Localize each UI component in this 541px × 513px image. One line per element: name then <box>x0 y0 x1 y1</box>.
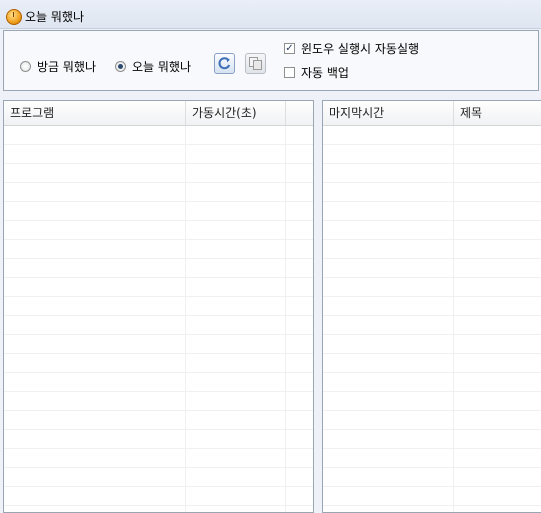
empty-row <box>4 316 313 335</box>
empty-row <box>323 411 541 430</box>
empty-row <box>323 259 541 278</box>
empty-row <box>4 259 313 278</box>
empty-row <box>4 430 313 449</box>
empty-row <box>323 373 541 392</box>
empty-row <box>4 487 313 506</box>
empty-row <box>4 297 313 316</box>
window-title-list[interactable]: 마지막시간 제목 <box>322 100 541 513</box>
empty-row <box>4 278 313 297</box>
empty-row <box>323 183 541 202</box>
empty-row <box>323 449 541 468</box>
empty-row <box>4 126 313 145</box>
empty-row <box>323 145 541 164</box>
program-list-header: 프로그램 가동시간(초) <box>4 101 313 126</box>
radio-today-label: 오늘 뭐했나 <box>132 60 192 74</box>
window-title-list-body[interactable] <box>323 126 541 512</box>
autostart-checkbox[interactable]: ✓ 윈도우 실행시 자동실행 <box>284 40 419 57</box>
autobackup-checkbox[interactable]: 자동 백업 <box>284 64 349 81</box>
empty-row <box>323 430 541 449</box>
empty-row <box>323 316 541 335</box>
empty-row <box>4 392 313 411</box>
window-title-list-header: 마지막시간 제목 <box>323 101 541 126</box>
autostart-check-indicator[interactable]: ✓ <box>284 43 295 54</box>
empty-row <box>4 183 313 202</box>
empty-row <box>4 202 313 221</box>
copy-icon <box>249 57 262 70</box>
column-title[interactable]: 제목 <box>454 101 541 125</box>
column-extra[interactable] <box>286 101 313 125</box>
refresh-button[interactable] <box>214 53 235 74</box>
autostart-label: 윈도우 실행시 자동실행 <box>301 42 420 56</box>
empty-row <box>4 221 313 240</box>
empty-row <box>323 335 541 354</box>
empty-row <box>4 145 313 164</box>
title-bar: 오늘 뭐했나 <box>0 0 541 29</box>
empty-row <box>4 411 313 430</box>
empty-row <box>4 354 313 373</box>
autobackup-label: 자동 백업 <box>301 66 349 80</box>
radio-today-indicator[interactable] <box>115 61 126 72</box>
empty-row <box>323 202 541 221</box>
column-program[interactable]: 프로그램 <box>4 101 186 125</box>
copy-button[interactable] <box>245 53 266 74</box>
empty-row <box>323 392 541 411</box>
empty-row <box>323 297 541 316</box>
empty-row <box>323 240 541 259</box>
empty-row <box>4 164 313 183</box>
empty-row <box>4 335 313 354</box>
empty-row <box>323 487 541 506</box>
clock-app-icon <box>6 9 22 25</box>
empty-row <box>323 278 541 297</box>
radio-just-now-label: 방금 뭐했나 <box>37 60 97 74</box>
empty-row <box>323 164 541 183</box>
empty-row <box>323 221 541 240</box>
window-title: 오늘 뭐했나 <box>25 10 85 24</box>
autobackup-check-indicator[interactable] <box>284 67 295 78</box>
refresh-icon <box>218 57 231 70</box>
empty-row <box>323 126 541 145</box>
empty-row <box>4 449 313 468</box>
column-run-time[interactable]: 가동시간(초) <box>186 101 286 125</box>
column-last-time[interactable]: 마지막시간 <box>323 101 454 125</box>
options-panel: 방금 뭐했나 오늘 뭐했나 ✓ 윈도우 실행시 자동실행 자동 백업 <box>3 30 539 91</box>
radio-just-now-indicator[interactable] <box>20 61 31 72</box>
radio-today[interactable]: 오늘 뭐했나 <box>115 58 191 75</box>
program-list-body[interactable] <box>4 126 313 512</box>
empty-row <box>323 354 541 373</box>
empty-row <box>4 468 313 487</box>
program-list[interactable]: 프로그램 가동시간(초) <box>3 100 314 513</box>
empty-row <box>323 468 541 487</box>
empty-row <box>4 373 313 392</box>
empty-row <box>4 240 313 259</box>
radio-just-now[interactable]: 방금 뭐했나 <box>20 58 96 75</box>
